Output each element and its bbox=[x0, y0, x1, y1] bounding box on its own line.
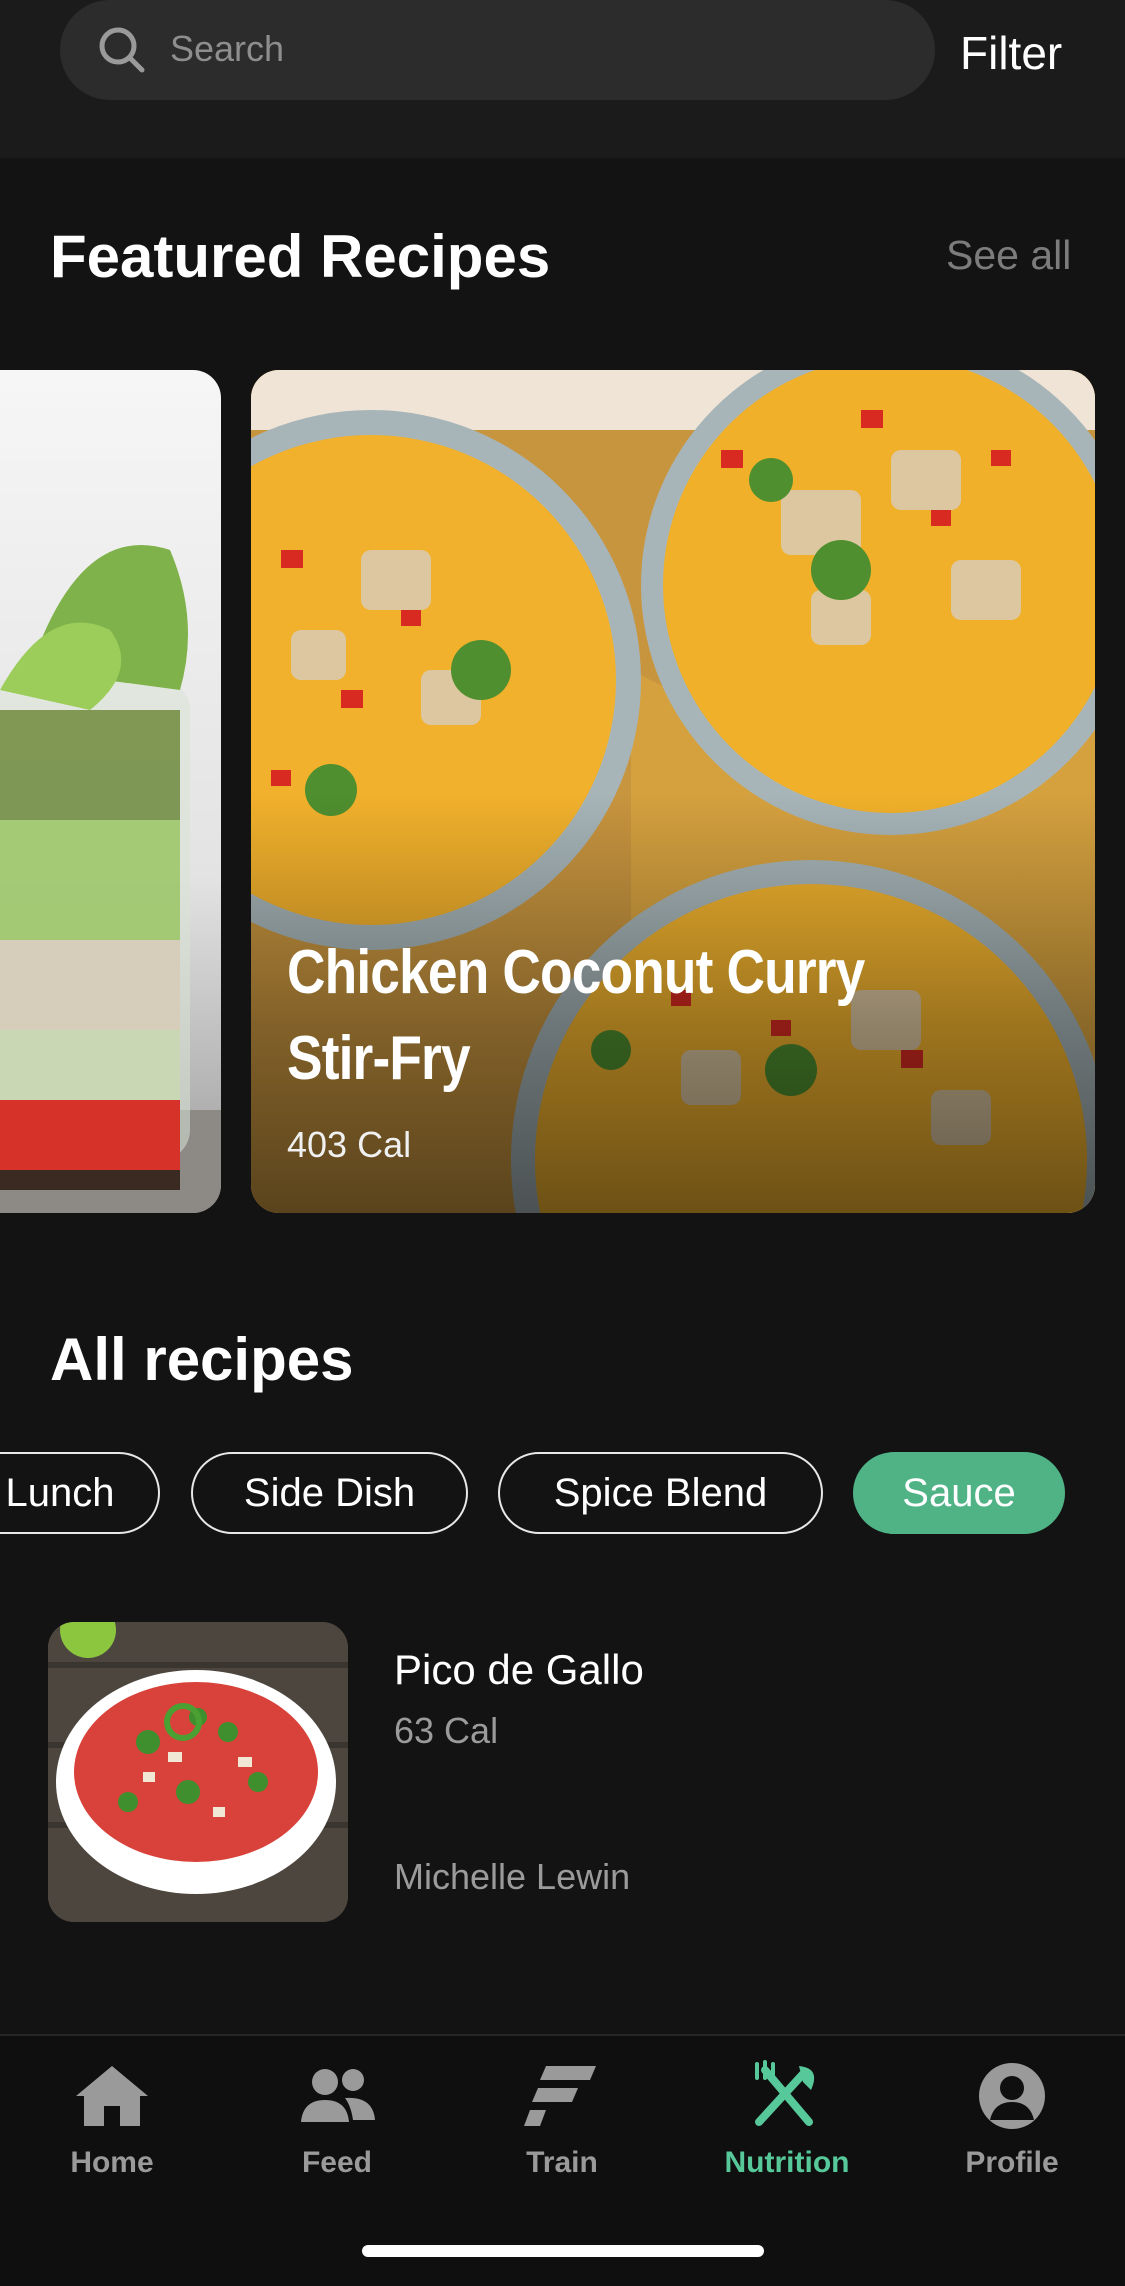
all-recipes-title: All recipes bbox=[50, 1326, 354, 1393]
featured-card-title: Chicken Coconut Curry Stir-Fry bbox=[287, 938, 865, 1093]
chip-sauce[interactable]: Sauce bbox=[853, 1452, 1065, 1534]
chip-side-dish[interactable]: Side Dish bbox=[191, 1452, 468, 1534]
search-icon bbox=[99, 27, 145, 73]
tab-nutrition-label: Nutrition bbox=[724, 2146, 850, 2179]
filter-button[interactable]: Filter bbox=[960, 26, 1062, 80]
tab-feed-label: Feed bbox=[301, 2146, 373, 2179]
tab-feed[interactable]: Feed bbox=[237, 2060, 437, 2200]
tab-train[interactable]: Train bbox=[462, 2060, 662, 2200]
recipe-thumbnail[interactable] bbox=[48, 1622, 348, 1922]
profile-icon bbox=[979, 2063, 1045, 2129]
featured-recipes-title: Featured Recipes bbox=[50, 223, 551, 290]
top-bar: Search Filter bbox=[0, 0, 1125, 158]
chip-spice-blend[interactable]: Spice Blend bbox=[498, 1452, 823, 1534]
recipe-calories: 63 Cal bbox=[394, 1710, 499, 1751]
tab-profile[interactable]: Profile bbox=[912, 2060, 1112, 2200]
search-input[interactable]: Search bbox=[60, 0, 935, 100]
pico-de-gallo-image bbox=[48, 1622, 348, 1922]
train-icon bbox=[524, 2066, 596, 2126]
salad-jar-image bbox=[0, 545, 221, 1213]
tab-train-label: Train bbox=[526, 2146, 598, 2179]
featured-card-calories: 403 Cal bbox=[287, 1124, 412, 1165]
recipe-name[interactable]: Pico de Gallo bbox=[394, 1646, 644, 1694]
featured-card-curry[interactable]: Chicken Coconut Curry Stir-Fry 403 Cal bbox=[251, 370, 1095, 1213]
tab-home[interactable]: Home bbox=[12, 2060, 212, 2200]
recipe-author: Michelle Lewin bbox=[394, 1856, 631, 1897]
people-icon bbox=[301, 2069, 375, 2122]
chip-lunch[interactable]: Lunch bbox=[0, 1452, 160, 1534]
home-icon bbox=[76, 2066, 148, 2126]
tab-home-label: Home bbox=[70, 2146, 154, 2179]
search-placeholder: Search bbox=[170, 28, 285, 69]
home-indicator bbox=[362, 2245, 764, 2257]
tab-profile-label: Profile bbox=[965, 2146, 1059, 2179]
featured-card-salad-jar[interactable] bbox=[0, 370, 221, 1213]
fork-knife-icon bbox=[755, 2060, 815, 2126]
tab-nutrition[interactable]: Nutrition bbox=[687, 2060, 887, 2200]
see-all-link[interactable]: See all bbox=[946, 232, 1071, 279]
